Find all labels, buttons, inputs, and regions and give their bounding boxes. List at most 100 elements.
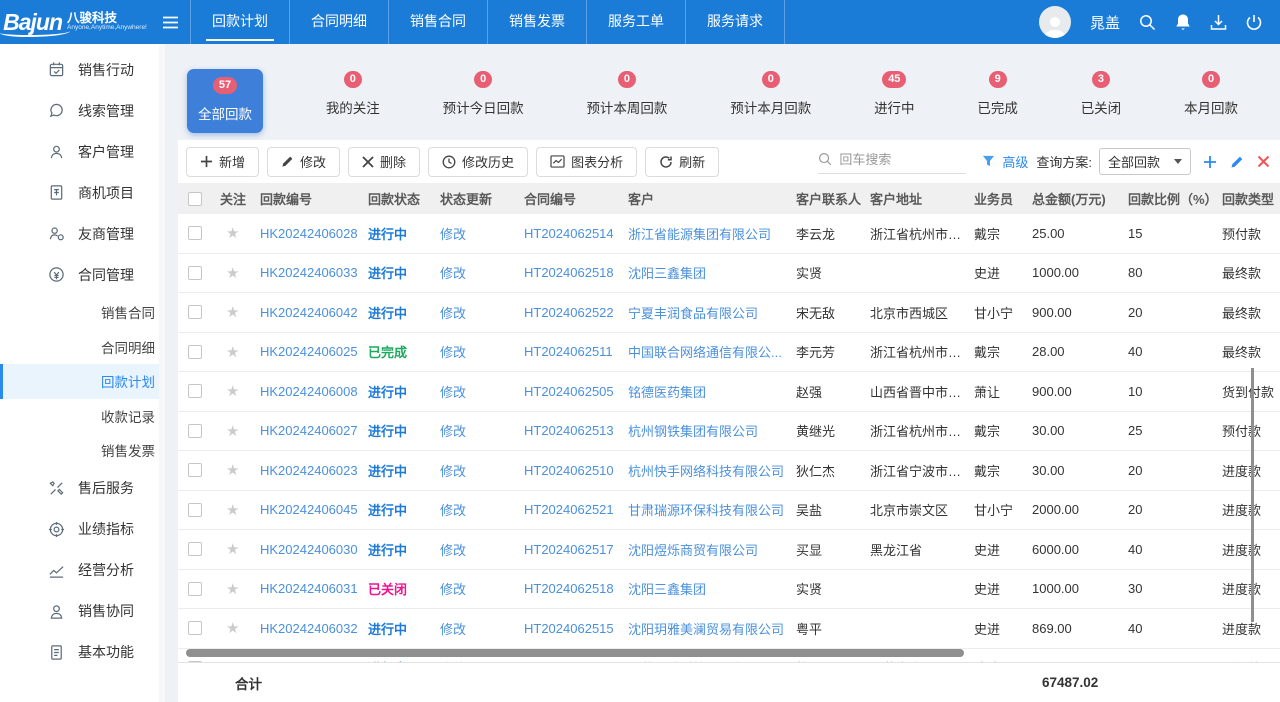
column-header-9[interactable]: 总金额(万元) (1026, 189, 1122, 208)
nav-tab-1[interactable]: 合同明细 (289, 0, 388, 44)
sidebar-item-8[interactable]: 经营分析 (0, 550, 165, 591)
edit-link[interactable]: 修改 (440, 582, 466, 597)
contract-link[interactable]: HT2024062510 (524, 463, 614, 478)
contract-link[interactable]: HT2024062505 (524, 384, 614, 399)
row-checkbox[interactable] (188, 463, 202, 477)
payment-id-link[interactable]: HK20242406028 (260, 226, 358, 241)
edit-link[interactable]: 修改 (440, 503, 466, 518)
column-header-11[interactable]: 回款类型 (1216, 189, 1280, 208)
customer-link[interactable]: 中国联合网络通信有限公... (628, 342, 784, 361)
row-checkbox[interactable] (188, 424, 202, 438)
payment-id-link[interactable]: HK20242406031 (260, 581, 358, 596)
payment-id-link[interactable]: HK20242406032 (260, 621, 358, 636)
sidebar-subitem-5-0[interactable]: 销售合同 (0, 295, 165, 330)
contract-link[interactable]: HT2024062518 (524, 581, 614, 596)
query-scheme-select[interactable]: 全部回款 (1099, 148, 1191, 175)
vertical-scrollbar-thumb[interactable] (1251, 368, 1254, 622)
status-tab-2[interactable]: 0预计今日回款 (443, 71, 524, 117)
row-checkbox[interactable] (188, 345, 202, 359)
column-header-2[interactable]: 回款状态 (362, 189, 434, 208)
status-tab-4[interactable]: 0预计本月回款 (730, 71, 811, 117)
row-checkbox[interactable] (188, 503, 202, 517)
customer-link[interactable]: 浙江省能源集团有限公司 (628, 224, 784, 243)
star-icon[interactable]: ★ (226, 462, 239, 479)
payment-id-link[interactable]: HK20242406045 (260, 502, 358, 517)
payment-id-link[interactable]: HK20242406023 (260, 463, 358, 478)
customer-link[interactable]: 杭州钢铁集团有限公司 (628, 421, 784, 440)
row-checkbox[interactable] (188, 266, 202, 280)
select-all-checkbox[interactable] (188, 192, 202, 206)
edit-link[interactable]: 修改 (440, 424, 466, 439)
sidebar-item-2[interactable]: 客户管理 (0, 131, 165, 172)
contract-link[interactable]: HT2024062515 (524, 621, 614, 636)
column-header-1[interactable]: 回款编号 (254, 189, 362, 208)
payment-id-link[interactable]: HK20242406033 (260, 265, 358, 280)
sidebar-item-4[interactable]: 友商管理 (0, 213, 165, 254)
status-tab-0[interactable]: 57全部回款 (187, 69, 263, 133)
status-tab-8[interactable]: 0本月回款 (1184, 71, 1238, 117)
row-checkbox[interactable] (188, 542, 202, 556)
sidebar-item-0[interactable]: 销售行动 (0, 49, 165, 90)
star-icon[interactable]: ★ (226, 541, 239, 558)
column-header-6[interactable]: 客户联系人 (790, 189, 864, 208)
customer-link[interactable]: 杭州快手网络科技有限公司 (628, 461, 784, 480)
sidebar-subitem-5-4[interactable]: 销售发票 (0, 433, 165, 468)
toolbar-button-1[interactable]: 修改 (267, 147, 340, 177)
search-icon[interactable] (1139, 14, 1156, 31)
contract-link[interactable]: HT2024062513 (524, 423, 614, 438)
column-header-3[interactable]: 状态更新 (434, 189, 518, 208)
row-checkbox[interactable] (188, 621, 202, 635)
payment-id-link[interactable]: HK20242406008 (260, 384, 358, 399)
star-icon[interactable]: ★ (226, 581, 239, 598)
star-icon[interactable]: ★ (226, 423, 239, 440)
sidebar-item-9[interactable]: 销售协同 (0, 591, 165, 632)
sidebar-item-5[interactable]: 合同管理 (0, 254, 165, 295)
sidebar-item-7[interactable]: 业绩指标 (0, 509, 165, 550)
column-header-0[interactable]: 关注 (214, 189, 254, 208)
add-scheme-icon[interactable] (1203, 155, 1217, 169)
app-logo[interactable]: Bajun 八骏科技 Anyone,Anytime,Anywhere! (0, 9, 150, 36)
row-checkbox[interactable] (188, 384, 202, 398)
sidebar-subitem-5-3[interactable]: 收款记录 (0, 399, 165, 434)
star-icon[interactable]: ★ (226, 502, 239, 519)
sidebar-item-10[interactable]: 基本功能 (0, 632, 165, 673)
sidebar-subitem-5-2[interactable]: 回款计划 (0, 364, 165, 399)
status-tab-5[interactable]: 45进行中 (874, 71, 915, 117)
sidebar-item-1[interactable]: 线索管理 (0, 90, 165, 131)
edit-link[interactable]: 修改 (440, 464, 466, 479)
status-tab-7[interactable]: 3已关闭 (1081, 71, 1122, 117)
customer-link[interactable]: 沈阳三鑫集团 (628, 579, 784, 598)
edit-scheme-icon[interactable] (1230, 155, 1244, 169)
edit-link[interactable]: 修改 (440, 543, 466, 558)
edit-link[interactable]: 修改 (440, 622, 466, 637)
contract-link[interactable]: HT2024062522 (524, 305, 614, 320)
star-icon[interactable]: ★ (226, 225, 239, 242)
avatar[interactable] (1039, 6, 1071, 38)
customer-link[interactable]: 沈阳三鑫集团 (628, 263, 784, 282)
payment-id-link[interactable]: HK20242406025 (260, 344, 358, 359)
sidebar-item-3[interactable]: 商机项目 (0, 172, 165, 213)
delete-scheme-icon[interactable] (1257, 155, 1270, 168)
row-checkbox[interactable] (188, 226, 202, 240)
column-header-10[interactable]: 回款比例（%） (1122, 189, 1216, 208)
star-icon[interactable]: ★ (226, 265, 239, 282)
customer-link[interactable]: 宁夏丰润食品有限公司 (628, 303, 784, 322)
contract-link[interactable]: HT2024062514 (524, 226, 614, 241)
nav-tab-5[interactable]: 服务请求 (685, 0, 785, 44)
nav-tab-2[interactable]: 销售合同 (388, 0, 487, 44)
sidebar-item-6[interactable]: 售后服务 (0, 468, 165, 509)
edit-link[interactable]: 修改 (440, 306, 466, 321)
power-icon[interactable] (1246, 14, 1262, 31)
toolbar-button-4[interactable]: 图表分析 (536, 147, 637, 177)
status-tab-3[interactable]: 0预计本周回款 (586, 71, 667, 117)
toolbar-button-3[interactable]: 修改历史 (428, 147, 528, 177)
customer-link[interactable]: 甘肃瑞源环保科技有限公司 (628, 500, 784, 519)
edit-link[interactable]: 修改 (440, 227, 466, 242)
payment-id-link[interactable]: HK20242406030 (260, 542, 358, 557)
column-header-4[interactable]: 合同编号 (518, 189, 622, 208)
column-header-8[interactable]: 业务员 (968, 189, 1026, 208)
column-header-7[interactable]: 客户地址 (864, 189, 968, 208)
nav-tab-0[interactable]: 回款计划 (190, 0, 289, 44)
star-icon[interactable]: ★ (226, 304, 239, 321)
horizontal-scrollbar-thumb[interactable] (186, 649, 964, 657)
